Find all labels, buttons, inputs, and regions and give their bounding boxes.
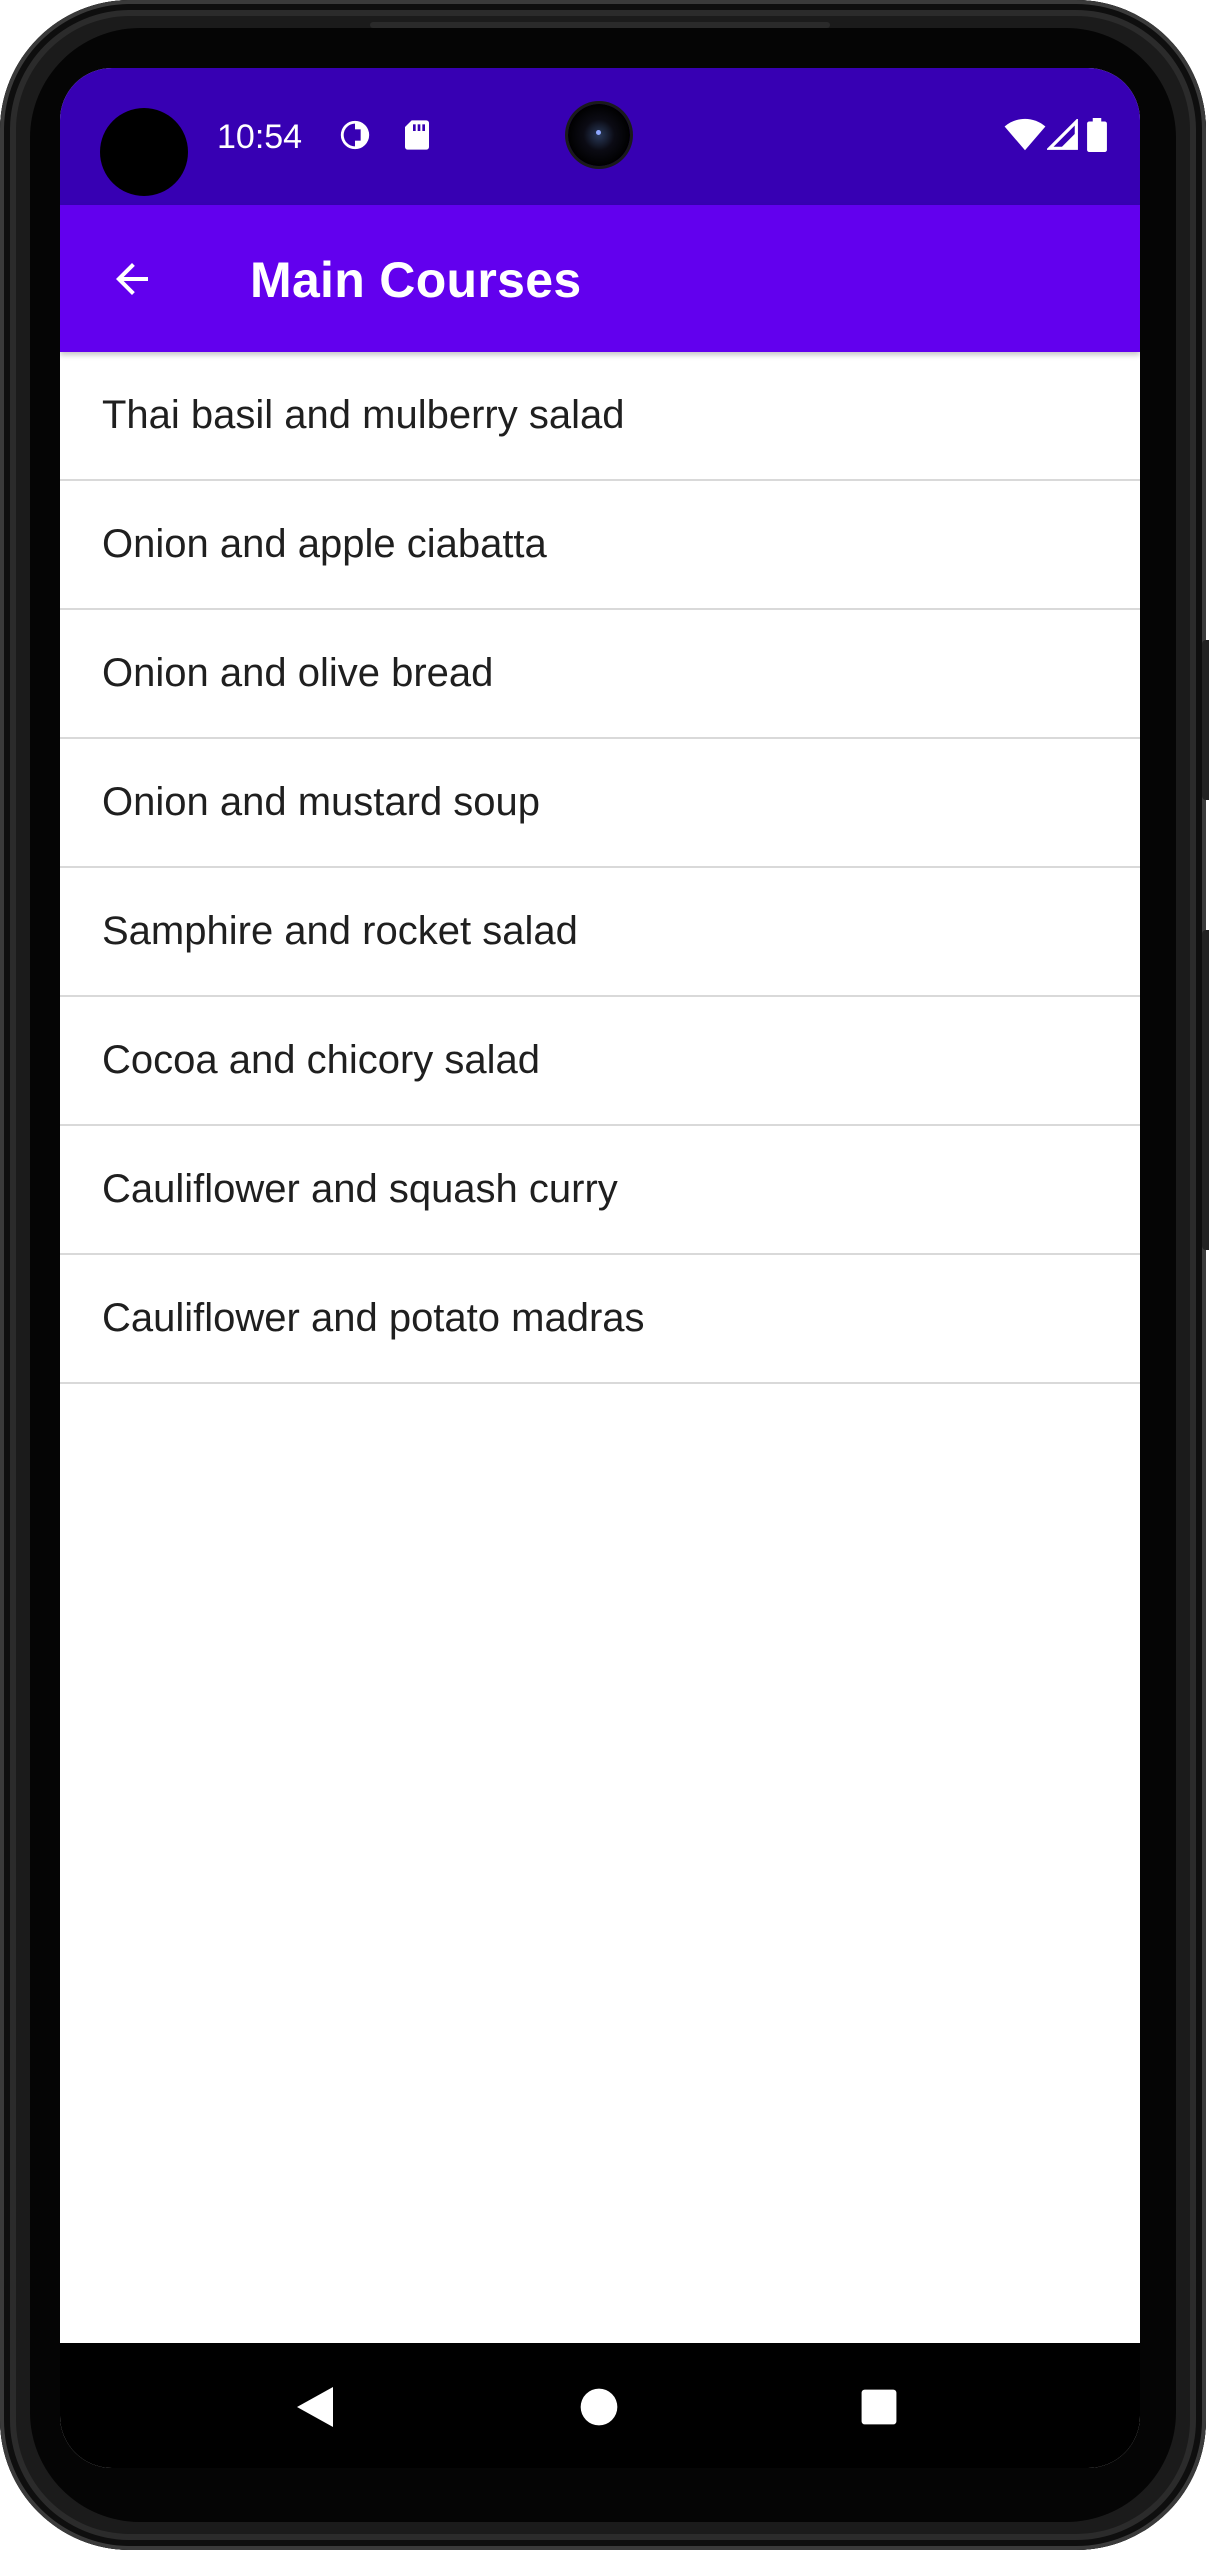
nav-recents-button[interactable] (849, 2377, 909, 2437)
list-item[interactable]: Cauliflower and potato madras (60, 1255, 1140, 1384)
list-item[interactable]: Onion and olive bread (60, 610, 1140, 739)
list-item[interactable]: Cauliflower and squash curry (60, 1126, 1140, 1255)
recents-square-icon (861, 2389, 897, 2425)
back-button[interactable] (96, 243, 168, 315)
page-title: Main Courses (250, 252, 582, 308)
list-item[interactable]: Cocoa and chicory salad (60, 997, 1140, 1126)
app-bar: Main Courses (60, 205, 1140, 352)
list-item[interactable]: Samphire and rocket salad (60, 868, 1140, 997)
status-bar: 10:54 (60, 68, 1140, 205)
front-camera (568, 104, 630, 166)
punch-hole-overlay (100, 108, 188, 196)
list-item[interactable]: Thai basil and mulberry salad (60, 352, 1140, 481)
status-time: 10:54 (217, 118, 303, 156)
back-triangle-icon (297, 2387, 333, 2427)
list-item[interactable]: Onion and mustard soup (60, 739, 1140, 868)
nav-back-button[interactable] (285, 2377, 345, 2437)
data-saver-icon (338, 118, 372, 152)
phone-screen: 10:54 Main Courses Thai basil and mulber… (60, 68, 1140, 2468)
course-list: Thai basil and mulberry salad Onion and … (60, 352, 1140, 1384)
device-frame: 10:54 Main Courses Thai basil and mulber… (0, 0, 1209, 2550)
list-item[interactable]: Onion and apple ciabatta (60, 481, 1140, 610)
home-circle-icon (580, 2388, 618, 2426)
arrow-back-icon (116, 263, 148, 295)
nav-home-button[interactable] (569, 2377, 629, 2437)
volume-rocker (1202, 930, 1209, 1250)
battery-icon (1084, 118, 1110, 152)
navigation-bar (60, 2343, 1140, 2468)
wifi-icon (1004, 118, 1046, 152)
cell-signal-icon (1046, 118, 1080, 152)
power-button (1202, 640, 1209, 800)
sd-card-icon (400, 118, 434, 152)
